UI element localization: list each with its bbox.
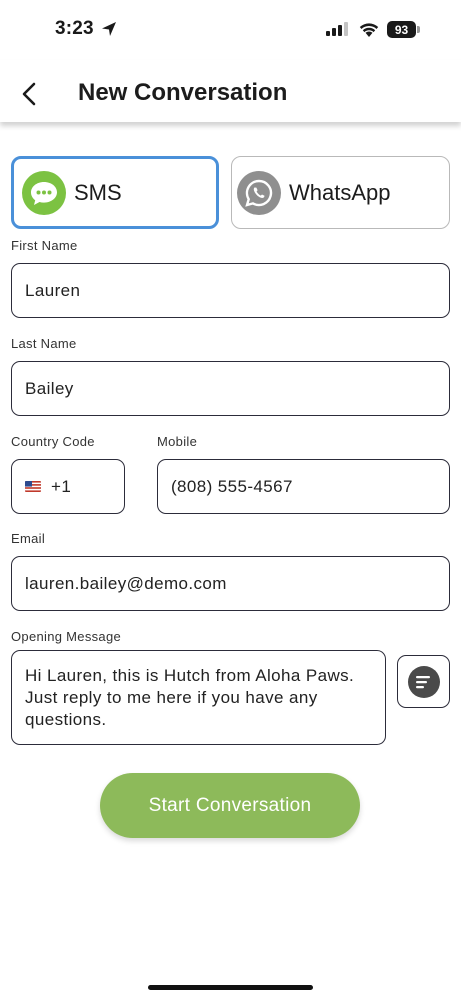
- opening-message-label: Opening Message: [11, 629, 122, 644]
- chat-bubble-icon: [22, 170, 66, 215]
- last-name-value: Bailey: [25, 378, 74, 398]
- message-template-icon: [407, 665, 440, 698]
- wifi-icon: [359, 23, 379, 37]
- home-indicator[interactable]: [148, 985, 313, 990]
- channel-sms-label: SMS: [74, 179, 122, 205]
- mobile-label: Mobile: [157, 434, 198, 449]
- mobile-field[interactable]: (808) 555-4567: [157, 459, 450, 514]
- opening-message-value: Hi Lauren, this is Hutch from Aloha Paws…: [25, 666, 355, 729]
- last-name-field[interactable]: Bailey: [11, 361, 450, 416]
- email-value: lauren.bailey@demo.com: [25, 573, 227, 593]
- back-chevron-icon[interactable]: [16, 80, 44, 108]
- opening-message-textarea[interactable]: Hi Lauren, this is Hutch from Aloha Paws…: [11, 650, 386, 745]
- email-field[interactable]: lauren.bailey@demo.com: [11, 556, 450, 611]
- start-conversation-button[interactable]: Start Conversation: [100, 773, 360, 838]
- country-code-selector[interactable]: +1: [11, 459, 125, 514]
- first-name-label: First Name: [11, 238, 78, 253]
- email-label: Email: [11, 531, 46, 546]
- channel-whatsapp-label: WhatsApp: [289, 179, 391, 205]
- location-arrow-icon: [102, 22, 116, 36]
- battery-indicator: 93: [387, 21, 420, 38]
- page-title: New Conversation: [78, 79, 288, 106]
- channel-sms-button[interactable]: SMS: [11, 156, 219, 229]
- first-name-value: Lauren: [25, 280, 81, 300]
- battery-level: 93: [387, 21, 416, 38]
- channel-whatsapp-button[interactable]: WhatsApp: [231, 156, 450, 229]
- first-name-field[interactable]: Lauren: [11, 263, 450, 318]
- country-code-value: +1: [51, 476, 72, 496]
- mobile-value: (808) 555-4567: [171, 476, 293, 496]
- message-templates-button[interactable]: [397, 655, 450, 708]
- us-flag-icon: [25, 481, 41, 492]
- whatsapp-icon: [237, 170, 281, 215]
- status-time: 3:23: [55, 18, 94, 39]
- cellular-signal-icon: [326, 22, 348, 36]
- last-name-label: Last Name: [11, 336, 77, 351]
- nav-header: New Conversation: [0, 60, 461, 122]
- country-code-label: Country Code: [11, 434, 95, 449]
